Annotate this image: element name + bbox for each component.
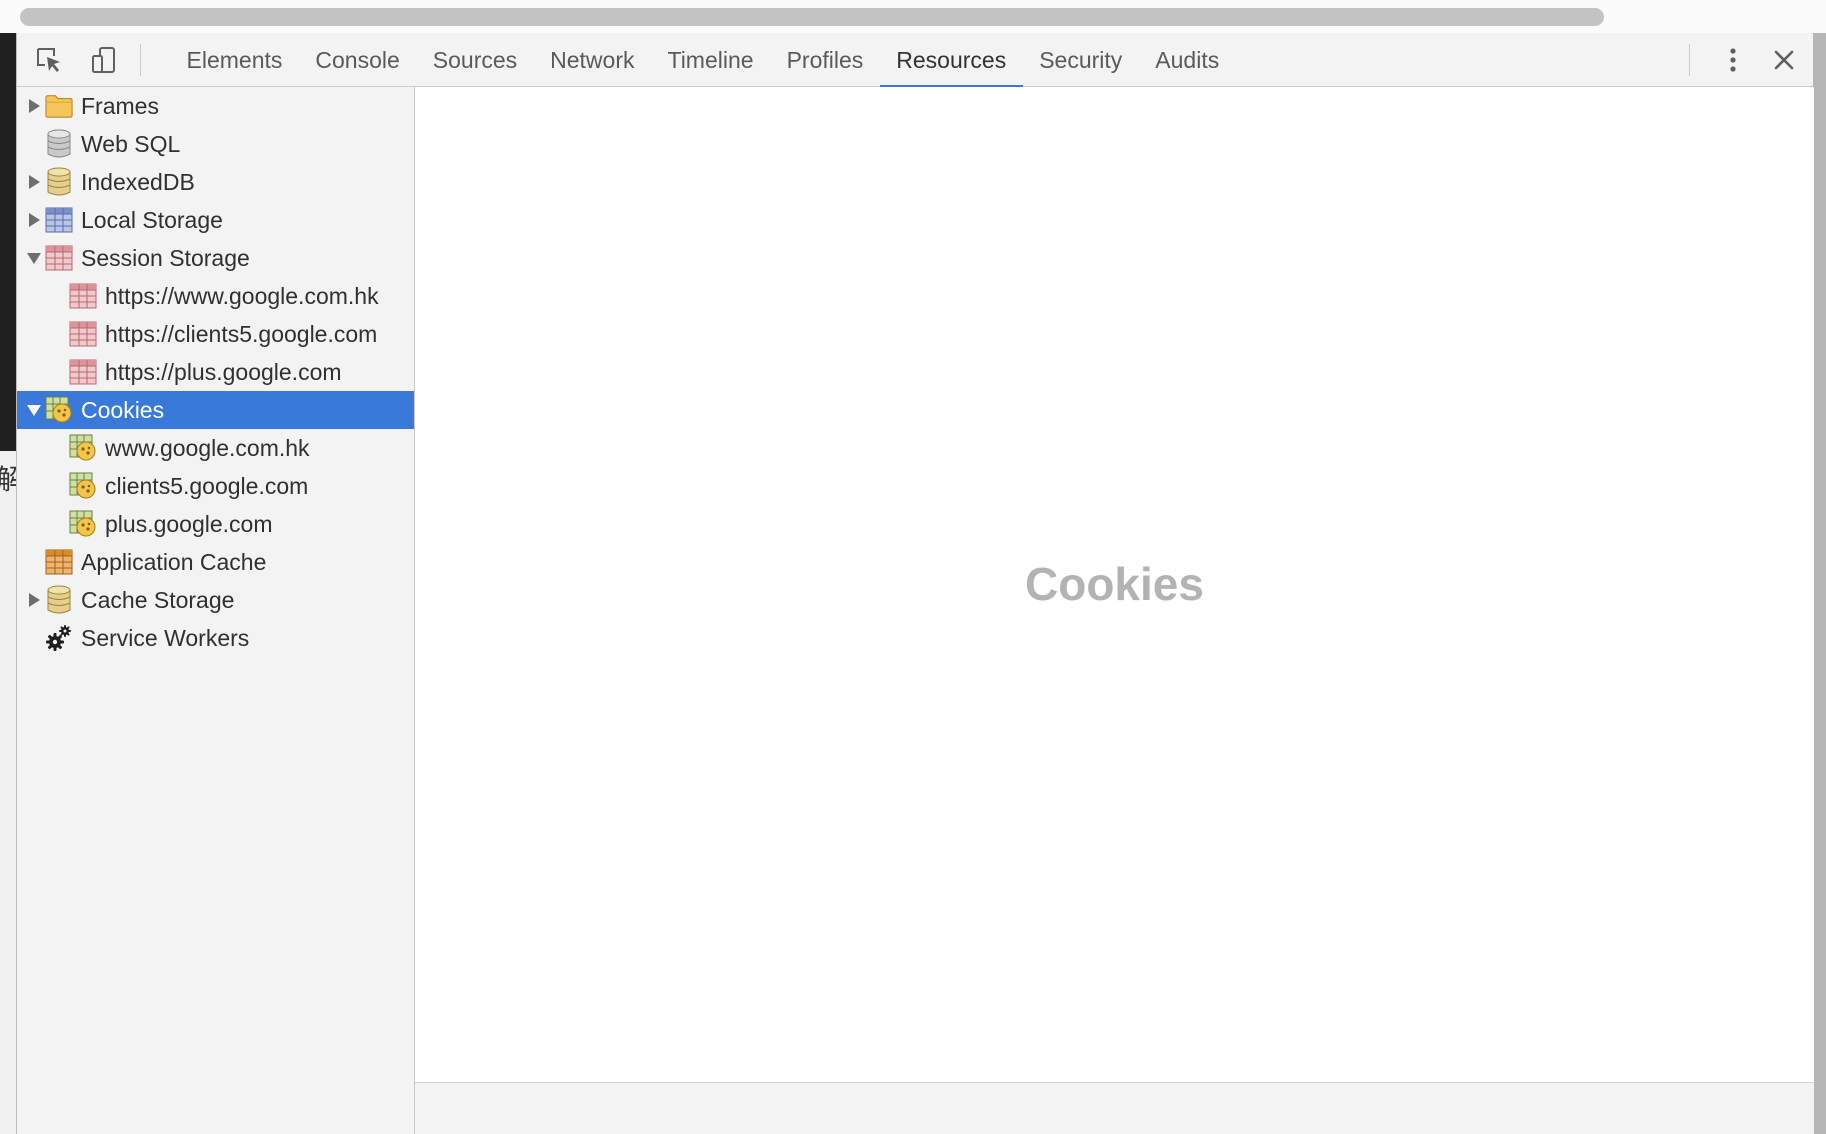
sidebar-item-label: https://plus.google.com: [105, 358, 342, 385]
collapsed-arrow-icon[interactable]: [26, 212, 42, 228]
collapsed-arrow-icon[interactable]: [26, 592, 42, 608]
panel-tabs: Elements Console Sources Network Timelin…: [170, 33, 1236, 88]
cookie-icon: [69, 472, 97, 500]
resource-view: Cookies: [415, 87, 1814, 1134]
device-mode-icon[interactable]: [89, 45, 119, 75]
sidebar-item-cookie-domain[interactable]: plus.google.com: [17, 505, 414, 543]
sidebar-item-label: Web SQL: [81, 130, 181, 157]
more-options-icon[interactable]: [1718, 45, 1748, 75]
devtools-panel: Elements Console Sources Network Timelin…: [16, 33, 1814, 1134]
tab-console[interactable]: Console: [299, 33, 416, 87]
sidebar-item-cache-storage[interactable]: Cache Storage: [17, 581, 414, 619]
sidebar-item-label: Session Storage: [81, 244, 250, 271]
tab-network[interactable]: Network: [534, 33, 651, 87]
sidebar-item-label: www.google.com.hk: [105, 434, 310, 461]
database-gold-icon: [45, 585, 73, 614]
inspected-page-edge: [0, 33, 16, 451]
window-edge: [1813, 33, 1826, 1134]
folder-icon: [45, 92, 73, 120]
sidebar-item-label: https://www.google.com.hk: [105, 282, 379, 309]
inspect-element-icon[interactable]: [34, 45, 64, 75]
sidebar-item-indexeddb[interactable]: IndexedDB: [17, 163, 414, 201]
cookie-icon: [45, 396, 73, 424]
tab-timeline[interactable]: Timeline: [651, 33, 770, 87]
sidebar-item-label: plus.google.com: [105, 510, 273, 537]
expanded-arrow-icon[interactable]: [26, 402, 42, 418]
inspected-page-strip: [0, 0, 1826, 33]
sidebar-item-label: Frames: [81, 92, 159, 119]
sidebar-item-label: IndexedDB: [81, 168, 195, 195]
sidebar-item-label: Cache Storage: [81, 586, 235, 613]
sidebar-item-application-cache[interactable]: Application Cache: [17, 543, 414, 581]
sidebar-item-session-origin[interactable]: https://plus.google.com: [17, 353, 414, 391]
sidebar-item-session-storage[interactable]: Session Storage: [17, 239, 414, 277]
sidebar-item-session-origin[interactable]: https://www.google.com.hk: [17, 277, 414, 315]
sidebar-item-cookie-domain[interactable]: www.google.com.hk: [17, 429, 414, 467]
red-table-icon: [45, 244, 73, 272]
cookie-icon: [69, 434, 97, 462]
close-icon[interactable]: [1769, 45, 1799, 75]
red-table-icon: [69, 358, 97, 386]
sidebar-item-label: Service Workers: [81, 624, 250, 651]
sidebar-item-service-workers[interactable]: Service Workers: [17, 619, 414, 657]
collapsed-arrow-icon[interactable]: [26, 174, 42, 190]
tab-profiles[interactable]: Profiles: [770, 33, 880, 87]
tab-elements[interactable]: Elements: [170, 33, 299, 87]
empty-view-title: Cookies: [1025, 558, 1204, 610]
sidebar-item-label: clients5.google.com: [105, 472, 309, 499]
toolbar-divider: [140, 44, 141, 76]
sidebar-item-label: Cookies: [81, 396, 165, 423]
cookie-icon: [69, 510, 97, 538]
orange-table-icon: [45, 548, 73, 576]
collapsed-arrow-icon[interactable]: [26, 98, 42, 114]
status-bar: [415, 1082, 1814, 1134]
red-table-icon: [69, 320, 97, 348]
inspected-page-edge-light: [0, 451, 16, 1134]
sidebar-item-label: https://clients5.google.com: [105, 320, 378, 347]
sidebar-item-session-origin[interactable]: https://clients5.google.com: [17, 315, 414, 353]
tab-resources[interactable]: Resources: [879, 33, 1023, 88]
sidebar-item-label: Application Cache: [81, 548, 267, 575]
blue-table-icon: [45, 206, 73, 234]
page-horizontal-scrollbar[interactable]: [20, 8, 1604, 26]
tab-audits[interactable]: Audits: [1139, 33, 1236, 87]
sidebar-item-cookies[interactable]: Cookies: [17, 391, 414, 429]
sidebar-item-web-sql[interactable]: Web SQL: [17, 125, 414, 163]
sidebar-item-local-storage[interactable]: Local Storage: [17, 201, 414, 239]
sidebar-item-frames[interactable]: Frames: [17, 87, 414, 125]
database-gold-icon: [45, 167, 73, 196]
tab-security[interactable]: Security: [1023, 33, 1139, 87]
red-table-icon: [69, 282, 97, 310]
tab-sources[interactable]: Sources: [416, 33, 533, 87]
sidebar-item-label: Local Storage: [81, 206, 223, 233]
expanded-arrow-icon[interactable]: [26, 250, 42, 266]
toolbar-divider-right: [1689, 44, 1690, 76]
devtools-toolbar: Elements Console Sources Network Timelin…: [17, 33, 1813, 88]
database-icon: [45, 129, 73, 158]
gears-icon: [45, 624, 73, 652]
resources-sidebar: Frames Web SQL IndexedDB Local Storage S…: [17, 87, 415, 1134]
sidebar-item-cookie-domain[interactable]: clients5.google.com: [17, 467, 414, 505]
